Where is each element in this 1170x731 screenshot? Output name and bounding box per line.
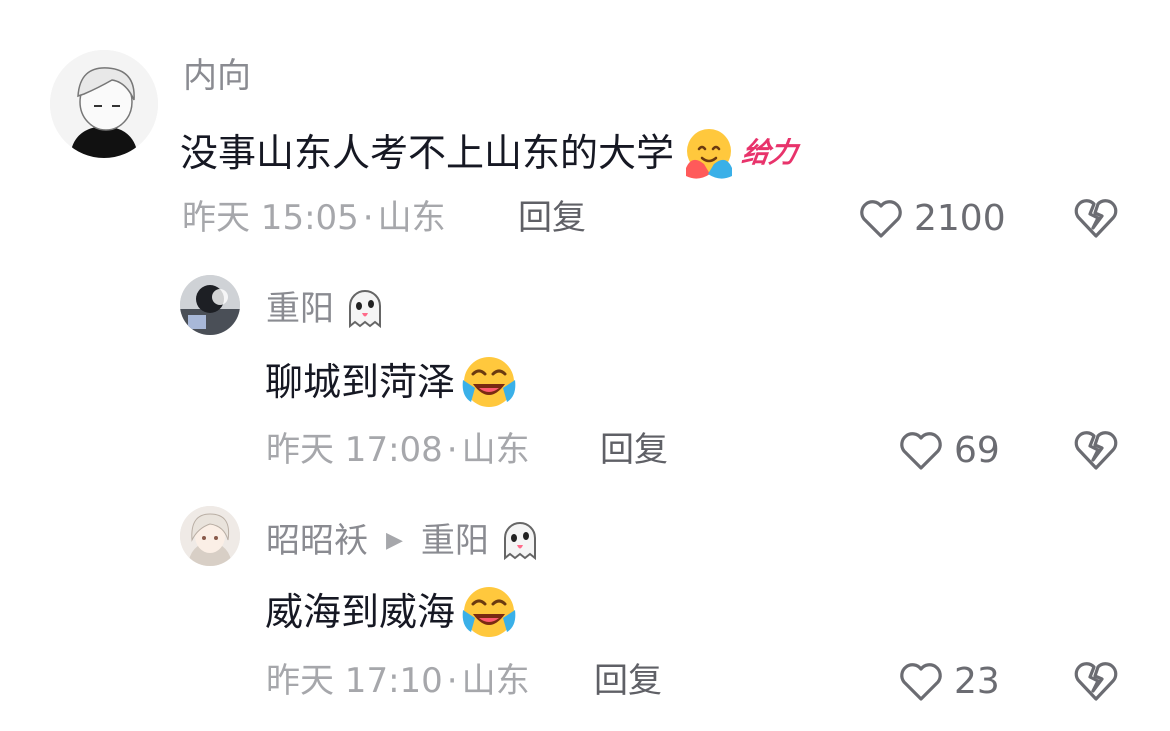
reply-button[interactable]: 回复 [594,661,662,701]
comment-username[interactable]: 重阳 [266,286,388,332]
meta-dot: · [362,198,374,238]
laugh-cry-emoji-icon [459,582,519,642]
comment-location: 山东 [377,198,446,238]
username-text: 内向 [183,56,251,96]
like-button[interactable]: 2100 [858,198,1006,240]
reply-to-username[interactable]: 重阳 [421,521,489,561]
comment-time: 昨天 17:08 [266,430,443,470]
comment-body: 聊城到菏泽 [265,360,456,404]
heart-icon [858,198,904,240]
meta-dot: · [446,430,458,470]
comment-meta: 昨天 15:05 · 山东 [182,198,446,238]
like-button[interactable]: 23 [898,661,1000,703]
dislike-button[interactable] [1073,428,1119,476]
ghost-emoji-icon [342,286,388,332]
broken-heart-icon [1074,431,1118,470]
reply-button[interactable]: 回复 [518,198,586,238]
heart-icon [898,430,944,472]
meta-dot: · [446,661,458,701]
comment-username[interactable]: 内向 [183,56,251,96]
sticker-text: 给力 [739,136,799,169]
comment-time: 昨天 15:05 [182,198,359,238]
avatar[interactable] [50,50,158,158]
ghost-emoji-icon [497,518,543,564]
reply-arrow-icon: ▶ [386,528,403,553]
dislike-button[interactable] [1073,659,1119,707]
broken-heart-icon [1074,199,1118,238]
avatar[interactable] [180,275,240,335]
like-count: 2100 [914,198,1006,239]
heart-icon [898,661,944,703]
laugh-cry-emoji-icon [459,352,519,412]
comment-username[interactable]: 昭昭袄 ▶ 重阳 [266,518,543,564]
dislike-button[interactable] [1073,196,1119,244]
comment-text: 没事山东人考不上山东的大学 给力 [180,124,798,182]
comment-meta: 昨天 17:08 · 山东 [266,430,530,470]
anime-boy-avatar-icon [50,50,158,158]
hug-emoji-icon [680,124,738,182]
comment-location: 山东 [461,430,530,470]
comment-time: 昨天 17:10 [266,661,443,701]
comment-body: 没事山东人考不上山东的大学 [180,131,675,175]
comment-body: 威海到威海 [265,590,456,634]
avatar[interactable] [180,506,240,566]
comment-meta: 昨天 17:10 · 山东 [266,661,530,701]
anime-girl-avatar-icon [180,506,240,566]
reply-button[interactable]: 回复 [600,430,668,470]
username-text: 昭昭袄 [266,521,368,561]
comment-location: 山东 [461,661,530,701]
like-count: 69 [954,430,1000,471]
comment-text: 威海到威海 [265,582,519,642]
photo-avatar-icon [180,275,240,335]
comment-text: 聊城到菏泽 [265,352,519,412]
broken-heart-icon [1074,662,1118,701]
like-button[interactable]: 69 [898,430,1000,472]
username-text: 重阳 [266,289,334,329]
like-count: 23 [954,661,1000,702]
